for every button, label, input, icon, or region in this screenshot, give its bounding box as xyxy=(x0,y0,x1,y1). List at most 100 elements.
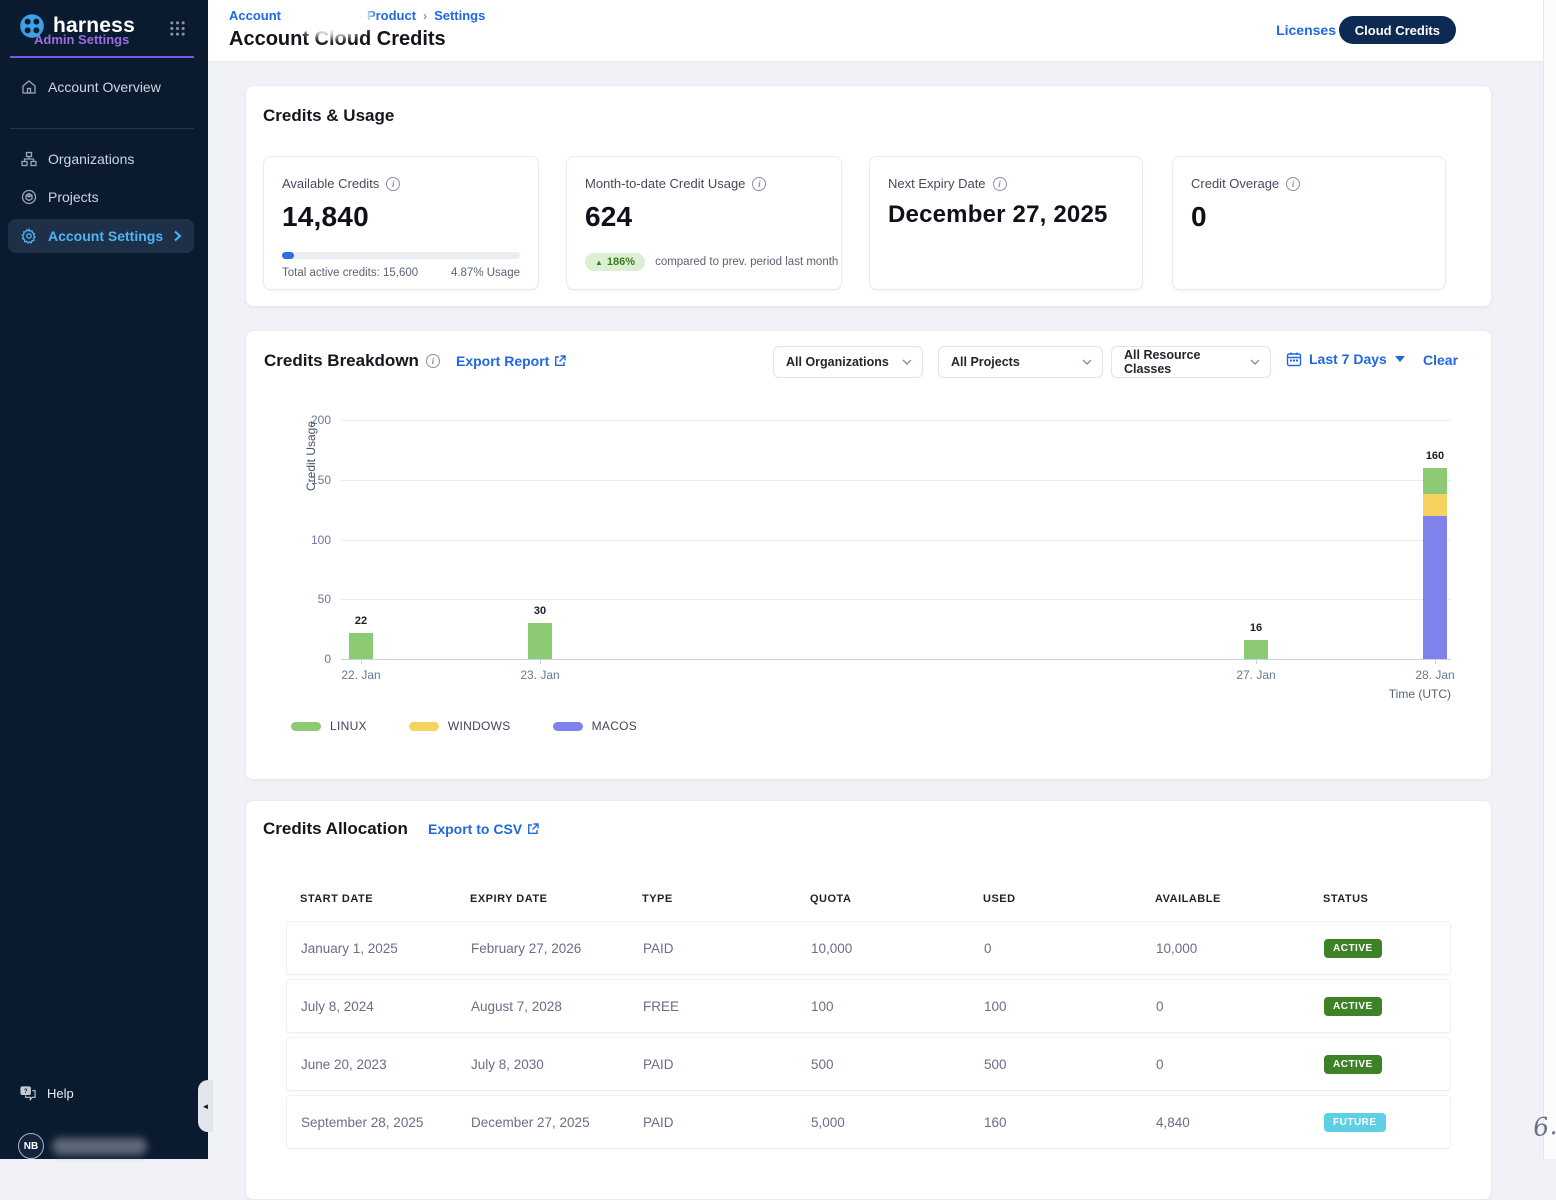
sidebar-divider xyxy=(10,128,194,129)
info-icon[interactable] xyxy=(386,177,400,191)
module-grid-icon[interactable] xyxy=(169,20,186,37)
bar-segment-macos[interactable] xyxy=(1423,516,1447,659)
export-csv-link[interactable]: Export to CSV xyxy=(428,821,539,837)
help-label: Help xyxy=(47,1086,74,1101)
legend-item-windows[interactable]: WINDOWS xyxy=(409,719,511,733)
cell-expiry: December 27, 2025 xyxy=(471,1115,643,1130)
breadcrumb-account-link[interactable]: Account xyxy=(229,8,281,23)
table-row[interactable]: July 8, 2024August 7, 2028FREE1001000ACT… xyxy=(286,979,1451,1033)
delta-value: 186% xyxy=(607,256,635,268)
sidebar-item-label: Account Settings xyxy=(48,228,163,244)
x-tick-label: 27. Jan xyxy=(1216,668,1296,682)
sidebar-item-account-settings[interactable]: Account Settings xyxy=(8,219,194,253)
bar-total-label: 30 xyxy=(510,605,570,617)
cell-expiry: February 27, 2026 xyxy=(471,941,643,956)
sidebar-item-label: Projects xyxy=(48,189,99,205)
gridline xyxy=(341,540,1451,541)
bar-segment-linux[interactable] xyxy=(528,623,552,659)
cell-start: September 28, 2025 xyxy=(301,1115,471,1130)
cell-available: 0 xyxy=(1156,1057,1324,1072)
resource-class-filter-dropdown[interactable]: All Resource Classes xyxy=(1111,346,1271,378)
project-filter-value: All Projects xyxy=(951,355,1082,369)
status-badge: ACTIVE xyxy=(1324,997,1382,1016)
calendar-icon xyxy=(1286,351,1302,367)
bar-segment-linux[interactable] xyxy=(1423,468,1447,494)
cell-available: 10,000 xyxy=(1156,941,1324,956)
delta-badge: ▲ 186% xyxy=(585,253,645,271)
legend-label: MACOS xyxy=(592,719,638,733)
sidebar-item-account-overview[interactable]: Account Overview xyxy=(8,70,194,104)
scrollbar-gutter[interactable] xyxy=(1543,0,1556,1159)
cell-quota: 500 xyxy=(811,1057,984,1072)
table-row[interactable]: June 20, 2023July 8, 2030PAID5005000ACTI… xyxy=(286,1037,1451,1091)
sidebar-item-label: Organizations xyxy=(48,151,134,167)
info-icon[interactable] xyxy=(752,177,766,191)
cell-available: 4,840 xyxy=(1156,1115,1324,1130)
column-header: AVAILABLE xyxy=(1155,893,1323,905)
legend-swatch xyxy=(553,722,583,731)
bar-total-label: 16 xyxy=(1226,622,1286,634)
sidebar: harness Admin Settings Account Overview … xyxy=(0,0,208,1159)
brand-divider xyxy=(10,56,194,58)
legend-item-linux[interactable]: LINUX xyxy=(291,719,367,733)
cell-used: 500 xyxy=(984,1057,1156,1072)
credits-progress-bar xyxy=(282,252,520,259)
y-tick-label: 50 xyxy=(281,592,331,606)
export-csv-label: Export to CSV xyxy=(428,821,522,837)
x-tick-label: 22. Jan xyxy=(321,668,401,682)
table-row[interactable]: January 1, 2025February 27, 2026PAID10,0… xyxy=(286,921,1451,975)
bar-segment-linux[interactable] xyxy=(1244,640,1268,659)
cell-type: PAID xyxy=(643,941,811,956)
avatar-initials: NB xyxy=(24,1141,38,1152)
info-icon[interactable] xyxy=(1286,177,1300,191)
gridline xyxy=(341,480,1451,481)
sidebar-collapse-handle[interactable]: ◄ xyxy=(198,1080,213,1132)
resource-class-filter-value: All Resource Classes xyxy=(1124,348,1250,376)
date-range-value: Last 7 Days xyxy=(1309,351,1387,367)
bar-segment-linux[interactable] xyxy=(349,633,373,659)
date-range-filter[interactable]: Last 7 Days xyxy=(1286,351,1405,367)
credits-usage-title: Credits & Usage xyxy=(263,106,394,126)
bar-segment-windows[interactable] xyxy=(1423,494,1447,516)
cell-type: PAID xyxy=(643,1115,811,1130)
project-filter-dropdown[interactable]: All Projects xyxy=(938,346,1103,378)
avatar[interactable]: NB xyxy=(18,1133,44,1159)
sidebar-item-label: Account Overview xyxy=(48,79,161,95)
cloud-credits-button[interactable]: Cloud Credits xyxy=(1339,16,1456,44)
info-icon[interactable] xyxy=(426,354,440,368)
cell-expiry: August 7, 2028 xyxy=(471,999,643,1014)
info-icon[interactable] xyxy=(993,177,1007,191)
column-header: QUOTA xyxy=(810,893,983,905)
projects-cube-icon xyxy=(20,189,38,205)
sidebar-item-projects[interactable]: Projects xyxy=(8,180,194,214)
external-link-icon xyxy=(554,355,566,367)
credits-allocation-section: Credits Allocation Export to CSV START D… xyxy=(245,800,1492,1200)
cell-type: FREE xyxy=(643,999,811,1014)
breadcrumb-separator: › xyxy=(423,9,427,23)
cell-used: 160 xyxy=(984,1115,1156,1130)
handwritten-annotation: 6. xyxy=(1532,1111,1556,1142)
status-badge: FUTURE xyxy=(1324,1113,1386,1132)
available-credits-value: 14,840 xyxy=(282,201,520,233)
legend-label: WINDOWS xyxy=(448,719,511,733)
legend-swatch xyxy=(291,722,321,731)
licenses-link[interactable]: Licenses xyxy=(1276,22,1336,38)
column-header: START DATE xyxy=(300,893,470,905)
help-button[interactable]: ? Help xyxy=(20,1086,74,1101)
org-filter-dropdown[interactable]: All Organizations xyxy=(773,346,923,378)
legend-item-macos[interactable]: MACOS xyxy=(553,719,638,733)
admin-settings-label: Admin Settings xyxy=(34,32,129,47)
column-header: STATUS xyxy=(1323,893,1465,905)
export-report-link[interactable]: Export Report xyxy=(456,353,566,369)
cell-start: June 20, 2023 xyxy=(301,1057,471,1072)
credits-breakdown-section: Credits Breakdown Export Report All Orga… xyxy=(245,330,1492,780)
usage-percent: 4.87% Usage xyxy=(451,267,520,279)
table-row[interactable]: September 28, 2025December 27, 2025PAID5… xyxy=(286,1095,1451,1149)
breadcrumb-settings-link[interactable]: Settings xyxy=(434,8,485,23)
sidebar-item-organizations[interactable]: Organizations xyxy=(8,142,194,176)
clear-filters-link[interactable]: Clear xyxy=(1423,352,1458,368)
allocation-table-header: START DATEEXPIRY DATETYPEQUOTAUSEDAVAILA… xyxy=(286,893,1451,905)
chevron-down-icon xyxy=(902,359,912,365)
home-icon xyxy=(20,79,38,95)
x-tick-label: 23. Jan xyxy=(500,668,580,682)
